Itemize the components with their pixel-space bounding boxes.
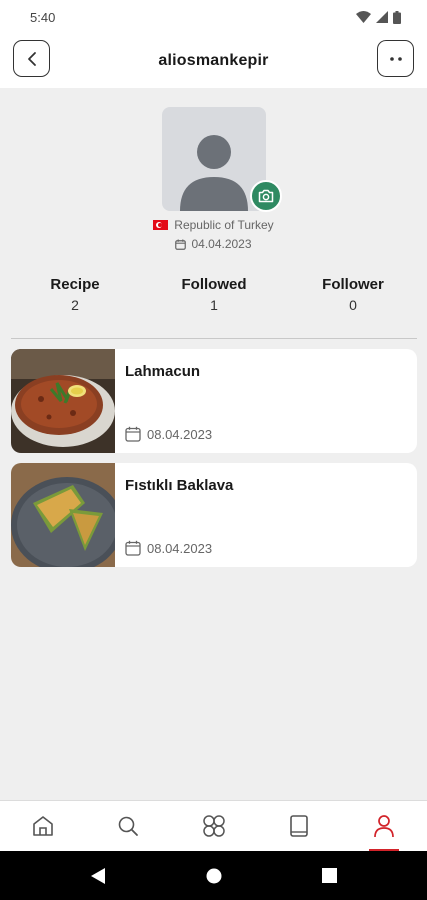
divider [11,338,417,339]
recipe-card[interactable]: Fıstıklı Baklava 08.04.2023 [11,463,417,567]
stat-label: Recipe [50,276,100,293]
stat-followed[interactable]: Followed 1 [154,276,274,313]
calendar-icon [125,426,141,442]
nav-home[interactable] [0,801,85,851]
stat-label: Follower [322,276,384,293]
system-nav-bar [0,851,427,900]
bottom-nav [0,800,427,851]
change-photo-button[interactable] [250,180,282,212]
signal-icon [376,11,388,23]
categories-icon [202,815,225,837]
battery-icon [393,10,401,24]
recipe-card[interactable]: Lahmacun 08.04.2023 [11,349,417,453]
system-home-icon[interactable] [206,868,222,884]
nav-search[interactable] [85,801,170,851]
page-title: aliosmankepir [158,52,269,69]
recipe-date: 08.04.2023 [125,540,212,556]
calendar-icon [125,540,141,556]
stat-label: Followed [181,276,247,293]
nav-profile[interactable] [342,801,427,851]
stat-follower[interactable]: Follower 0 [293,276,413,313]
nav-categories[interactable] [171,801,256,851]
recipe-image [11,463,115,567]
book-icon [290,815,308,837]
nav-book[interactable] [256,801,341,851]
status-bar: 5:40 [0,0,427,34]
recipe-date-text: 08.04.2023 [147,540,213,556]
camera-icon [258,189,274,203]
stat-value: 0 [349,297,357,313]
back-button[interactable] [13,40,50,77]
country-row: Republic of Turkey [0,218,427,232]
chevron-left-icon [27,51,36,66]
stat-value: 2 [71,297,79,313]
country-label: Republic of Turkey [174,218,274,232]
stat-value: 1 [210,297,218,313]
stat-recipe[interactable]: Recipe 2 [15,276,135,313]
search-icon [118,816,139,836]
recipe-image [11,349,115,453]
status-time: 5:40 [30,9,56,25]
status-icons [356,10,401,24]
wifi-icon [356,11,371,23]
recipe-title: Fıstıklı Baklava [125,477,234,494]
recipe-date: 08.04.2023 [125,426,212,442]
join-date: 04.04.2023 [191,237,252,251]
recipe-date-text: 08.04.2023 [147,426,213,442]
calendar-icon [175,239,187,250]
system-recents-icon[interactable] [322,868,337,883]
recipe-title: Lahmacun [125,363,201,380]
turkey-flag-icon [153,220,169,230]
app-header: aliosmankepir [0,34,427,88]
more-dots-icon [389,56,402,61]
profile-icon [374,815,395,838]
home-icon [32,816,53,836]
more-options-button[interactable] [377,40,414,77]
profile-stats: Recipe 2 Followed 1 Follower 0 [0,276,427,320]
system-back-icon[interactable] [90,867,106,885]
join-date-row: 04.04.2023 [0,237,427,251]
